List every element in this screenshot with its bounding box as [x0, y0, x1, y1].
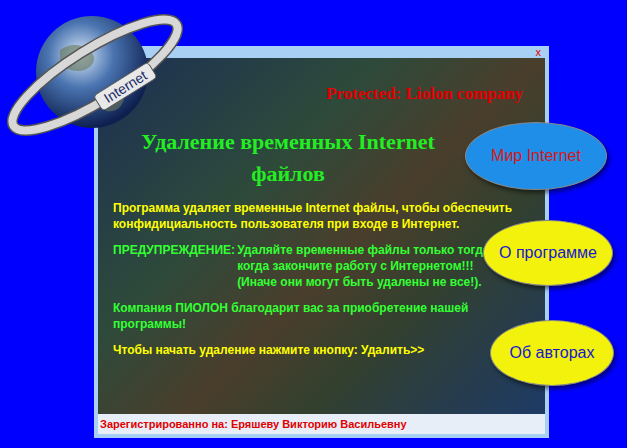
info-paragraph: Чтобы начать удаление нажмите кнопку: Уд… — [113, 342, 493, 358]
protection-label: Protected: Liolon company — [326, 84, 545, 104]
close-button[interactable]: x — [532, 47, 546, 58]
oval-button[interactable]: Мир Internet — [465, 122, 607, 190]
warning-label: ПРЕДУПРЕЖДЕНИЕ: — [113, 242, 235, 290]
window-title: Удаление временных Internet файлов — [113, 126, 463, 190]
warning-text: Удаляйте временные файлы только тогда, к… — [237, 242, 493, 290]
main-window: x Protected: Liolon company Удаление време… — [94, 46, 549, 438]
warning-paragraph: ПРЕДУПРЕЖДЕНИЕ:Удаляйте временные файлы … — [113, 242, 493, 290]
svg-text:Internet: Internet — [101, 67, 150, 106]
paragraphs: Программа удаляет временные Internet фай… — [113, 200, 545, 358]
app-screen: x Protected: Liolon company Удаление време… — [0, 0, 627, 448]
map-area: Protected: Liolon company Удаление времен… — [98, 58, 545, 414]
oval-button[interactable]: Об авторах — [490, 320, 614, 386]
internet-logo-icon: Internet — [0, 0, 200, 150]
oval-button[interactable]: О программе — [483, 220, 613, 286]
info-paragraph: Компания ПИОЛОН благодарит вас за приобр… — [113, 300, 473, 332]
status-bar: Зарегистрированно на: Еряшеву Викторию В… — [98, 414, 545, 434]
info-paragraph: Программа удаляет временные Internet фай… — [113, 200, 513, 232]
